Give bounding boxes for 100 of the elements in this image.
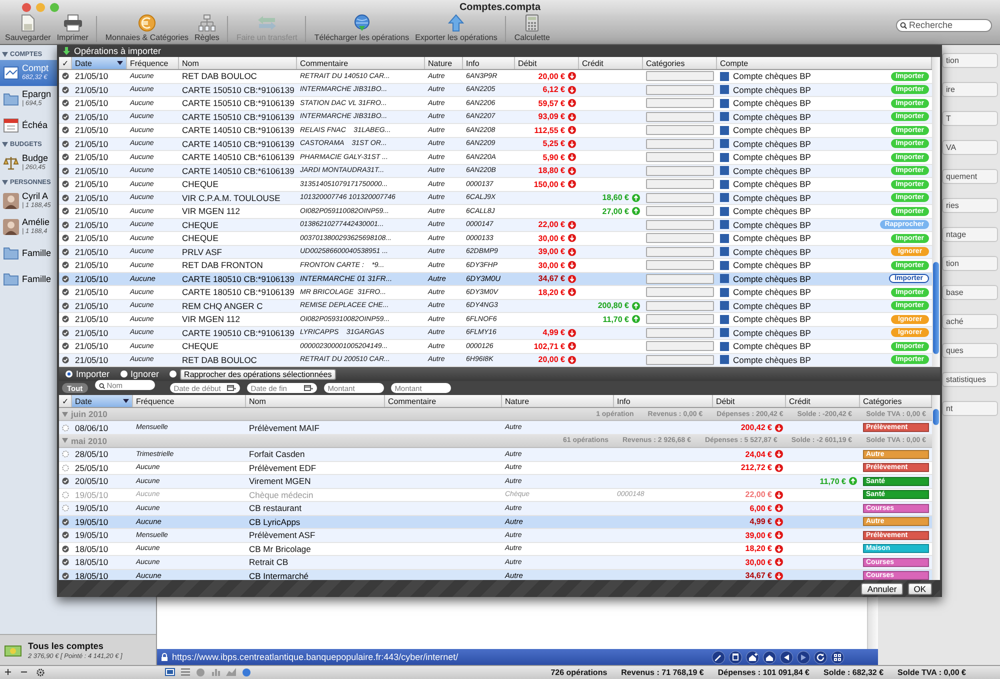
panel-label: statistiques [942, 372, 998, 387]
panel-label: tion [942, 53, 998, 68]
debit-amount: 112,55 € [534, 126, 565, 135]
table-cell-text: 21/05/10 [74, 354, 110, 365]
debit-amount: 20,00 € [538, 355, 565, 364]
credit-amount: 18,60 € [602, 193, 629, 202]
table-cell-text: Chèque médecin [248, 490, 314, 500]
table-cell-text: 21/05/10 [74, 233, 110, 244]
debit-amount: 5,90 € [542, 152, 565, 162]
table-cell-text: Prélèvement EDF [248, 462, 318, 473]
table-cell-text: 21/05/10 [74, 206, 110, 216]
table-cell-text: 19/05/10 [74, 516, 110, 527]
table-cell-text: 19/05/10 [74, 503, 110, 514]
table-cell-text: CARTE 150510 CB:*9106139 [181, 98, 296, 108]
debit-amount: 30,00 € [538, 260, 565, 270]
table-cell-text: 21/05/10 [74, 112, 110, 122]
debit-amount: 59,57 € [538, 98, 565, 108]
status-text: Solde : 682,32 € [824, 668, 884, 677]
sheet-title: Opérations à importer [74, 46, 162, 56]
table-cell-text: PRLV ASF [181, 246, 223, 257]
table-cell-text: 20/05/10 [74, 476, 110, 486]
table-cell-text: 21/05/10 [74, 152, 110, 162]
total-label: Tous les comptes [28, 640, 104, 650]
debit-amount: 4,99 € [750, 517, 772, 526]
table-cell-text: CARTE 140510 CB:*6106139 [181, 166, 296, 176]
status-text: Revenus : 71 768,19 € [621, 668, 704, 677]
table-cell-text: 21/05/10 [74, 98, 110, 108]
table-cell-text: 21/05/10 [74, 287, 110, 298]
panel-label: ries [942, 198, 998, 213]
table-cell-text: CARTE 140510 CB:*9106139 [181, 138, 296, 149]
table-cell-text: 21/05/10 [74, 341, 110, 352]
status-text: 726 opérations [550, 668, 608, 677]
debit-amount: 93,09 € [538, 112, 565, 122]
group-label: juin 2010 [71, 409, 108, 420]
debit-amount: 212,72 € [740, 463, 772, 472]
debit-amount: 39,00 € [538, 247, 565, 256]
panel-label: nt [942, 401, 998, 416]
table-cell-text: Forfait Casden [248, 449, 306, 460]
table-cell-text: Prélèvement ASF [248, 530, 316, 540]
debit-amount: 18,20 € [745, 544, 772, 554]
panel-label: aché [942, 314, 998, 329]
table-cell-text: 25/05/10 [74, 462, 110, 473]
status-text: Solde TVA : 0,00 € [898, 668, 966, 677]
credit-amount: 200,80 € [598, 301, 629, 310]
table-cell-text: CHEQUE [181, 341, 220, 352]
table-cell-text: 21/05/10 [74, 274, 110, 284]
table-cell-text: VIR MGEN 112 [181, 206, 241, 216]
table-cell-text: CARTE 140510 CB:*9106139 [181, 125, 296, 136]
panel-label: quement [942, 169, 998, 184]
panel-label: ntage [942, 227, 998, 242]
table-cell-text: 21/05/10 [74, 300, 110, 311]
table-cell-text: 18/05/10 [74, 557, 110, 568]
table-cell-text: Virement MGEN [248, 476, 312, 486]
debit-amount: 150,00 € [534, 180, 565, 189]
table-cell-text: 21/05/10 [74, 192, 110, 203]
table-cell-text: CB restaurant [248, 503, 302, 514]
table-cell-text: CARTE 140510 CB:*6106139 [181, 152, 296, 162]
debit-amount: 6,00 € [750, 504, 772, 513]
debit-amount: 34,67 € [745, 571, 772, 580]
table-cell-text: 21/05/10 [74, 314, 110, 324]
debit-amount: 34,67 € [538, 274, 565, 284]
table-cell-text: 21/05/10 [74, 125, 110, 136]
credit-amount: 11,70 € [602, 314, 629, 324]
table-cell-text: 21/05/10 [74, 84, 110, 95]
debit-amount: 200,42 € [740, 423, 772, 432]
table-cell-text: CARTE 190510 CB:*9106139 [181, 328, 296, 338]
table-cell-text: REM CHQ ANGER C [181, 300, 264, 311]
credit-amount: 27,00 € [602, 206, 629, 216]
table-cell-text: CHEQUE [181, 220, 220, 230]
table-cell-text: VIR C.P.A.M. TOULOUSE [181, 192, 282, 203]
table-cell-text: Prélèvement MAIF [248, 422, 320, 433]
panel-label: VA [942, 140, 998, 155]
table-cell-text: 18/05/10 [74, 570, 110, 580]
table-cell-text: CHEQUE [181, 233, 220, 244]
table-cell-text: 21/05/10 [74, 260, 110, 270]
table-cell-text: 21/05/10 [74, 220, 110, 230]
debit-amount: 39,00 € [745, 530, 772, 540]
debit-amount: 22,00 € [538, 220, 565, 230]
panel-label: ques [942, 343, 998, 358]
panel-label: base [942, 285, 998, 300]
debit-amount: 30,00 € [745, 558, 772, 567]
table-cell-text: 21/05/10 [74, 166, 110, 176]
table-cell-text: 28/05/10 [74, 449, 110, 460]
table-cell-text: 18/05/10 [74, 544, 110, 554]
table-cell-text: RET DAB BOULOC [181, 71, 258, 82]
table-cell-text: 19/05/10 [74, 530, 110, 540]
table-cell-text: RET DAB BOULOC [181, 354, 258, 365]
debit-amount: 4,99 € [542, 328, 565, 338]
table-cell-text: CARTE 150510 CB:*9106139 [181, 84, 296, 95]
debit-amount: 102,71 € [534, 342, 565, 351]
table-cell-text: CB Mr Bricolage [248, 544, 312, 554]
table-cell-text: CB Intermarché [248, 570, 310, 580]
debit-amount: 20,00 € [538, 72, 565, 81]
debit-amount: 5,25 € [542, 139, 565, 148]
debit-amount: 6,12 € [542, 85, 565, 94]
table-cell-text: CARTE 180510 CB:*9106139 [181, 274, 296, 284]
panel-label: ire [942, 82, 998, 97]
debit-amount: 30,00 € [538, 234, 565, 243]
table-cell-text: CARTE 180510 CB:*9106139 [181, 287, 296, 298]
panel-label: tion [942, 256, 998, 271]
